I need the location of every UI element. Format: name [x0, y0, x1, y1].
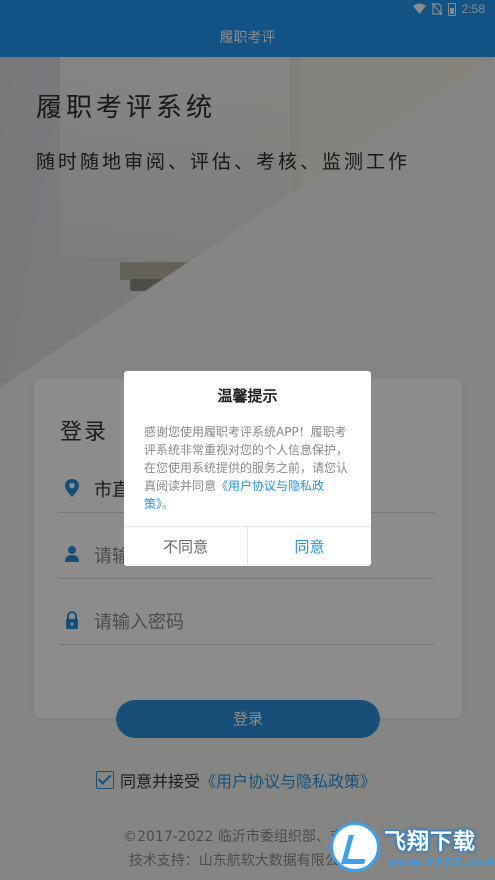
- watermark-brand: 飞翔下载: [384, 830, 477, 855]
- dialog-actions: 不同意 同意: [124, 526, 371, 566]
- dialog-body-end: 。: [162, 497, 175, 511]
- watermark: 飞翔下载 www.FXXZ.com: [326, 818, 495, 878]
- dialog-title: 温馨提示: [217, 387, 278, 405]
- dialog-body: 感谢您使用履职考评系统APP！履职考评系统非常重视对您的个人信息保护，在您使用系…: [144, 423, 354, 513]
- watermark-logo-icon: [330, 822, 380, 872]
- privacy-dialog: 温馨提示 感谢您使用履职考评系统APP！履职考评系统非常重视对您的个人信息保护，…: [124, 371, 371, 566]
- watermark-url: www.FXXZ.com: [388, 856, 495, 869]
- agree-button[interactable]: 同意: [248, 527, 371, 566]
- disagree-button[interactable]: 不同意: [124, 527, 248, 566]
